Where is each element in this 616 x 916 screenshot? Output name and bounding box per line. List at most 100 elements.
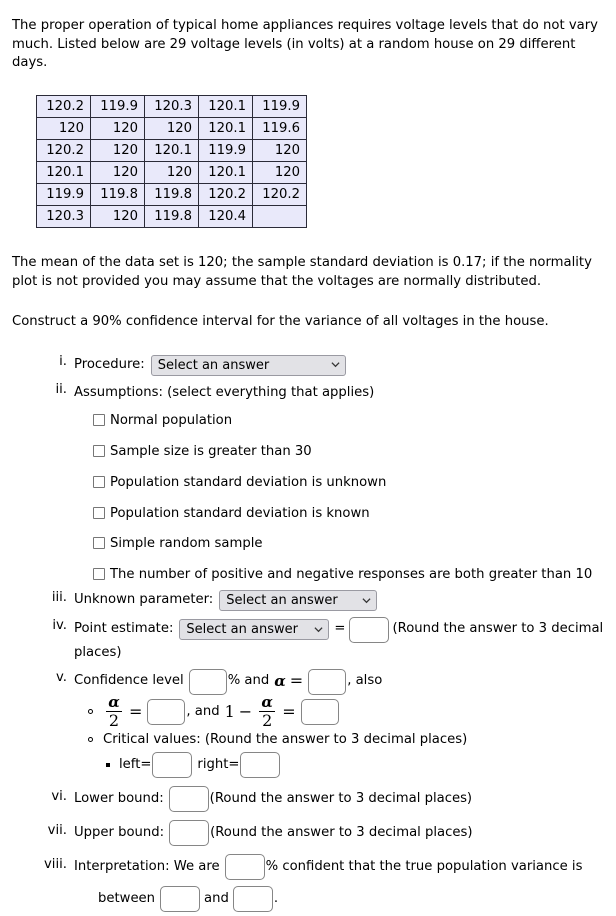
unknown-parameter-label: Unknown parameter: (74, 592, 214, 608)
list-item: Simple random sample (93, 535, 604, 554)
confidence-level-also: , also (347, 673, 383, 689)
checkbox-label: Population standard deviation is unknown (110, 474, 387, 490)
lower-bound-row: Lower bound: (Round the answer to 3 deci… (74, 784, 604, 814)
interpretation-lower-input[interactable] (160, 886, 201, 913)
alpha-half-row: α 2 = , and 1 − α 2 = (88, 692, 604, 731)
steps-list: i. Procedure: Select an answer ii. Assum… (12, 353, 604, 916)
table-cell: 119.8 (144, 205, 199, 229)
step-number: iv. (52, 617, 67, 633)
equals-sign: = (282, 701, 296, 721)
alpha-input[interactable] (308, 668, 347, 695)
list-item: Population standard deviation is known (93, 505, 604, 524)
step-procedure: i. Procedure: Select an answer (12, 353, 604, 377)
procedure-label: Procedure: (74, 357, 145, 373)
step-point-estimate: iv. Point estimate: Select an answer = (… (12, 616, 604, 665)
table-cell: 120.2 (252, 183, 307, 207)
fraction-numerator: α (261, 692, 273, 711)
table-row: 120.3 120 119.8 120.4 (36, 205, 307, 229)
table-cell: 120.2 (198, 183, 253, 207)
stats-summary: The mean of the data set is 120; the sam… (12, 255, 592, 289)
step-interpretation: viii. Interpretation: We are % confident… (12, 852, 604, 916)
alpha-over-two-fraction: α 2 (106, 692, 122, 729)
critical-values-label: Critical values: (Round the answer to 3 … (103, 731, 468, 747)
list-item: Normal population (93, 412, 604, 431)
checkbox-positive-negative-responses[interactable] (93, 568, 105, 581)
lower-bound-note: (Round the answer to 3 decimal places) (209, 790, 473, 806)
table-cell: 120 (36, 117, 91, 141)
upper-bound-row: Upper bound: (Round the answer to 3 deci… (74, 818, 604, 848)
fraction-numerator: α (108, 692, 120, 711)
point-estimate-label: Point estimate: (74, 621, 174, 637)
upper-bound-input[interactable] (169, 820, 210, 847)
voltage-table-wrapper: 120.2 119.9 120.3 120.1 119.9 120 120 12… (36, 95, 604, 229)
point-estimate-input[interactable] (349, 616, 390, 643)
unknown-parameter-select[interactable]: Select an answer (219, 590, 378, 612)
interpretation-upper-input[interactable] (232, 886, 273, 913)
checkbox-label: Normal population (110, 413, 233, 429)
confidence-level-row: Confidence level % and α = , also (74, 668, 604, 695)
alpha-half-input[interactable] (147, 699, 186, 725)
procedure-select-wrapper[interactable]: Select an answer (149, 354, 348, 376)
list-item: Population standard deviation is unknown (93, 474, 604, 493)
list-item: The number of positive and negative resp… (93, 566, 604, 585)
step-number: i. (59, 354, 67, 370)
procedure-select[interactable]: Select an answer (150, 354, 346, 376)
left-label: left= (119, 756, 152, 772)
minus-sign: − (238, 701, 253, 721)
confidence-level-label: Confidence level (74, 673, 184, 689)
table-cell: 119.9 (252, 95, 307, 119)
worksheet-page: The proper operation of typical home app… (0, 0, 616, 913)
checkbox-simple-random-sample[interactable] (93, 537, 105, 550)
checkbox-sample-size-greater-30[interactable] (93, 445, 105, 458)
critical-value-right-input[interactable] (240, 752, 281, 779)
point-estimate-note-cont: places) (74, 645, 122, 661)
step-lower-bound: vi. Lower bound: (Round the answer to 3 … (12, 784, 604, 814)
one-minus-alpha-half-input[interactable] (300, 699, 339, 725)
checkbox-pop-sd-unknown[interactable] (93, 475, 105, 488)
alpha-symbol: α (274, 672, 286, 691)
interpretation-confidence-input[interactable] (224, 854, 265, 881)
table-cell: 120.3 (36, 205, 91, 229)
table-cell: 120.1 (36, 161, 91, 185)
alpha-half-comma-and: , and (186, 703, 220, 719)
table-cell: 119.8 (144, 183, 199, 207)
between-label: between (98, 890, 156, 906)
circle-bullet-icon (88, 737, 93, 743)
unknown-parameter-select-wrapper[interactable]: Select an answer (217, 590, 379, 612)
checkbox-normal-population[interactable] (93, 414, 105, 427)
checkbox-pop-sd-known[interactable] (93, 506, 105, 519)
step-assumptions: ii. Assumptions: (select everything that… (12, 381, 604, 584)
table-row: 120.2 119.9 120.3 120.1 119.9 (36, 95, 307, 119)
table-cell: 120 (252, 139, 307, 163)
alpha-over-two-fraction-2: α 2 (259, 692, 276, 731)
equals-sign: = (289, 671, 304, 691)
point-estimate-select[interactable]: Select an answer (179, 619, 330, 641)
step-number: viii. (44, 857, 67, 873)
table-cell: 119.6 (252, 117, 307, 141)
intro-paragraph: The proper operation of typical home app… (12, 18, 598, 71)
procedure-row: Procedure: Select an answer (74, 353, 604, 377)
period-text: . (273, 890, 279, 906)
checkbox-label: Simple random sample (110, 536, 263, 552)
critical-value-left-input[interactable] (152, 752, 193, 779)
confidence-sub-list: α 2 = , and 1 − α 2 = Critical values: (… (74, 692, 604, 751)
table-cell: 120.1 (144, 139, 199, 163)
table-row: 119.9 119.8 119.8 120.2 120.2 (36, 183, 307, 207)
assumptions-row: Assumptions: (select everything that app… (74, 381, 604, 405)
table-cell: 120 (90, 117, 145, 141)
table-cell: 119.8 (90, 183, 145, 207)
table-cell: 120.4 (198, 205, 253, 229)
fraction-denominator: 2 (262, 711, 273, 731)
point-estimate-row: Point estimate: Select an answer = (Roun… (74, 616, 604, 643)
confidence-level-input[interactable] (188, 668, 227, 695)
lower-bound-input[interactable] (168, 786, 209, 813)
equals-sign: = (129, 701, 143, 721)
upper-bound-note: (Round the answer to 3 decimal places) (210, 824, 473, 840)
point-estimate-select-wrapper[interactable]: Select an answer (177, 619, 331, 641)
and-label: and (204, 890, 229, 906)
left-right-row: left= right= (106, 751, 604, 779)
table-cell: 120.2 (36, 139, 91, 163)
table-cell: 120 (90, 139, 145, 163)
critical-values-row: Critical values: (Round the answer to 3 … (88, 729, 604, 751)
interpretation-label: Interpretation: We are (74, 858, 220, 874)
